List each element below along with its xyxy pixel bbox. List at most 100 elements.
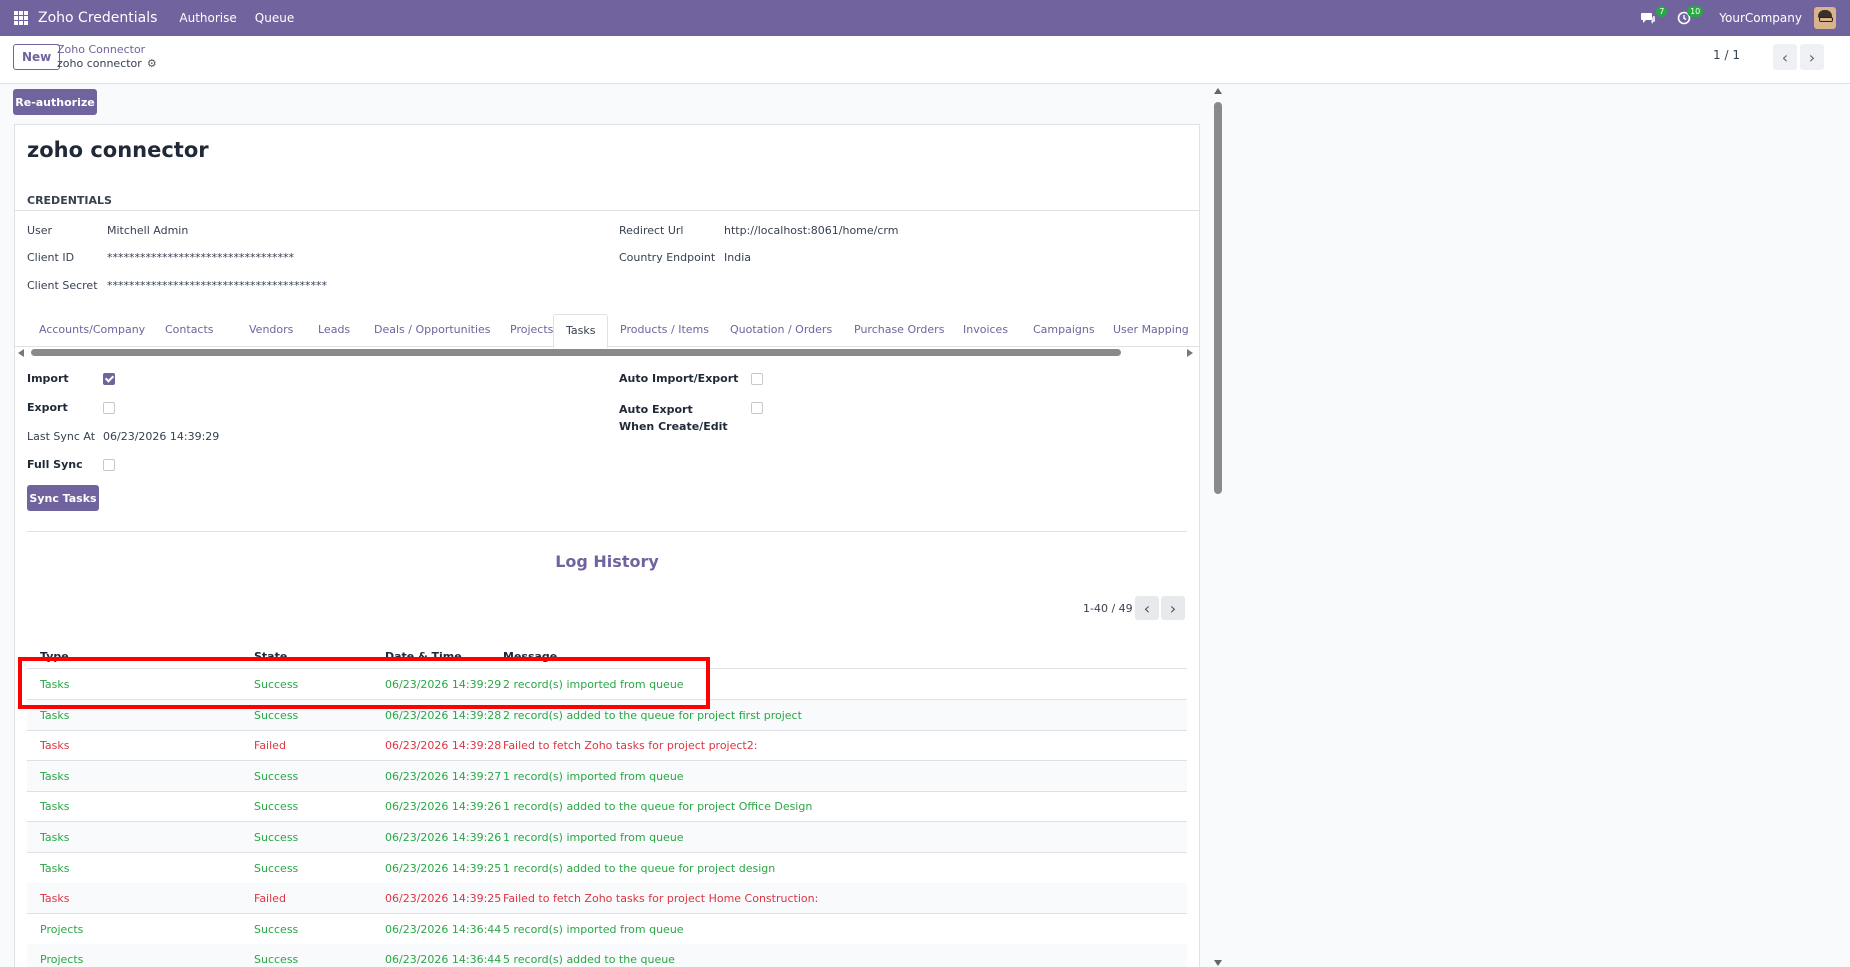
pager-previous-button[interactable]: ‹: [1773, 44, 1797, 70]
user-avatar[interactable]: [1814, 7, 1836, 29]
cell-datetime: 06/23/2026 14:39:28: [385, 708, 502, 722]
cell-message: 2 record(s) added to the queue for proje…: [503, 708, 802, 722]
cell-datetime: 06/23/2026 14:36:44: [385, 922, 502, 936]
cell-message: 1 record(s) added to the queue for proje…: [503, 800, 813, 814]
tabs-scrollbar[interactable]: [15, 346, 1199, 358]
cell-state: Success: [254, 922, 299, 936]
client-secret-field[interactable]: ****************************************: [107, 279, 327, 292]
scroll-down-icon[interactable]: [1214, 960, 1222, 966]
cell-type: Tasks: [40, 739, 70, 753]
auto-export-checkbox[interactable]: [751, 402, 763, 414]
tab-invoices[interactable]: Invoices: [951, 314, 1020, 346]
cell-message: 1 record(s) imported from queue: [503, 769, 684, 783]
table-row[interactable]: Tasks Success 06/23/2026 14:39:27 1 record(…: [27, 760, 1187, 792]
country-endpoint-field[interactable]: India: [724, 251, 751, 264]
log-pager: 1-40 / 49: [1083, 602, 1133, 615]
app-brand[interactable]: Zoho Credentials: [38, 10, 157, 26]
full-sync-checkbox[interactable]: [103, 459, 115, 471]
sync-tasks-button[interactable]: Sync Tasks: [27, 485, 99, 511]
scroll-left-icon[interactable]: [18, 349, 24, 357]
log-history-title: Log History: [555, 552, 659, 571]
user-field[interactable]: Mitchell Admin: [107, 224, 188, 237]
chat-badge: 7: [1656, 6, 1668, 17]
auto-import-export-label: Auto Import/Export: [619, 372, 739, 385]
cell-state: Success: [254, 708, 299, 722]
tab-campaigns[interactable]: Campaigns: [1021, 314, 1107, 346]
table-row[interactable]: Projects Success 06/23/2026 14:36:44 5 reco…: [27, 914, 1187, 945]
table-row[interactable]: Tasks Success 06/23/2026 14:39:26 1 record(…: [27, 791, 1187, 823]
tab-deals-opportunities[interactable]: Deals / Opportunities: [362, 314, 503, 346]
cell-datetime: 06/23/2026 14:39:28: [385, 739, 502, 753]
reauthorize-button[interactable]: Re-authorize: [13, 89, 97, 115]
activity-clock-icon[interactable]: 10: [1673, 6, 1704, 28]
table-row[interactable]: Tasks Success 06/23/2026 14:39:26 1 record(…: [27, 822, 1187, 853]
company-switcher[interactable]: YourCompany: [1719, 11, 1802, 25]
tab-accounts-company[interactable]: Accounts/Company: [27, 314, 157, 346]
page-scroll-thumb[interactable]: [1214, 102, 1222, 494]
gear-icon[interactable]: ⚙: [147, 57, 157, 70]
credentials-section-title: CREDENTIALS: [27, 194, 112, 207]
activity-badge: 10: [1687, 6, 1704, 17]
tab-user-mapping[interactable]: User Mapping: [1101, 314, 1199, 346]
full-sync-label: Full Sync: [27, 458, 83, 471]
new-button[interactable]: New: [13, 44, 61, 70]
cell-type: Tasks: [40, 892, 70, 906]
log-pager-next-button[interactable]: ›: [1161, 596, 1185, 620]
menu-queue[interactable]: Queue: [255, 11, 294, 25]
tab-products-items[interactable]: Products / Items: [608, 314, 721, 346]
pager-next-button[interactable]: ›: [1800, 44, 1824, 70]
user-label: User: [27, 224, 53, 237]
cell-type: Tasks: [40, 831, 70, 844]
cell-message: Failed to fetch Zoho tasks for project H…: [503, 892, 819, 906]
export-label: Export: [27, 401, 68, 414]
redirect-url-label: Redirect Url: [619, 224, 684, 237]
cell-datetime: 06/23/2026 14:39:25: [385, 861, 502, 875]
country-endpoint-label: Country Endpoint: [619, 251, 716, 264]
chat-icon[interactable]: 7: [1637, 6, 1668, 28]
breadcrumb-current: zoho connector ⚙: [57, 57, 157, 70]
last-sync-label: Last Sync At: [27, 430, 96, 443]
record-pager: 1 / 1: [1713, 48, 1740, 62]
table-row[interactable]: Tasks Success 06/23/2026 14:39:25 1 record(…: [27, 853, 1187, 884]
import-checkbox[interactable]: [103, 373, 115, 385]
tab-leads[interactable]: Leads: [306, 314, 362, 346]
cell-datetime: 06/23/2026 14:39:26: [385, 831, 502, 844]
cell-message: 5 record(s) imported from queue: [503, 922, 684, 936]
auto-import-export-checkbox[interactable]: [751, 373, 763, 385]
cell-state: Success: [254, 831, 299, 844]
export-checkbox[interactable]: [103, 402, 115, 414]
page-scrollbar[interactable]: [1212, 88, 1224, 966]
cell-state: Success: [254, 800, 299, 814]
cell-message: Failed to fetch Zoho tasks for project p…: [503, 739, 758, 753]
client-secret-label: Client Secret: [27, 279, 98, 292]
redirect-url-field[interactable]: http://localhost:8061/home/crm: [724, 224, 898, 237]
tab-purchase-orders[interactable]: Purchase Orders: [842, 314, 956, 346]
control-panel: New Zoho Connector zoho connector ⚙ 1 / 1…: [0, 36, 1850, 84]
client-id-field[interactable]: **********************************: [107, 251, 294, 264]
cell-state: Failed: [254, 739, 286, 753]
cell-type: Tasks: [40, 769, 70, 783]
menu-authorise[interactable]: Authorise: [179, 11, 236, 25]
record-title: zoho connector: [27, 138, 209, 162]
tabs-scroll-thumb[interactable]: [31, 349, 1121, 356]
cell-message: 5 record(s) added to the queue: [503, 953, 675, 967]
scroll-up-icon[interactable]: [1214, 88, 1222, 94]
breadcrumb-parent[interactable]: Zoho Connector: [57, 43, 145, 56]
tab-vendors[interactable]: Vendors: [237, 314, 305, 346]
table-row[interactable]: Tasks Failed 06/23/2026 14:39:28 Failed to …: [27, 730, 1187, 762]
cell-type: Projects: [40, 953, 84, 967]
cell-type: Projects: [40, 922, 84, 936]
tab-tasks[interactable]: Tasks: [553, 314, 609, 348]
tab-contacts[interactable]: Contacts: [153, 314, 226, 346]
apps-menu-icon[interactable]: [14, 11, 28, 25]
table-row[interactable]: Tasks Failed 06/23/2026 14:39:25 Failed to …: [27, 883, 1187, 915]
chevron-right-icon: ›: [1169, 598, 1177, 618]
tab-quotation-orders[interactable]: Quotation / Orders: [718, 314, 844, 346]
table-row[interactable]: Projects Success 06/23/2026 14:36:44 5 reco…: [27, 944, 1187, 967]
cell-type: Tasks: [40, 800, 70, 814]
notebook-tabs: Accounts/Company Contacts Vendors Leads …: [15, 314, 1199, 348]
client-id-label: Client ID: [27, 251, 75, 264]
highlight-box: [18, 657, 710, 709]
log-pager-previous-button[interactable]: ‹: [1135, 596, 1159, 620]
scroll-right-icon[interactable]: [1187, 349, 1193, 357]
